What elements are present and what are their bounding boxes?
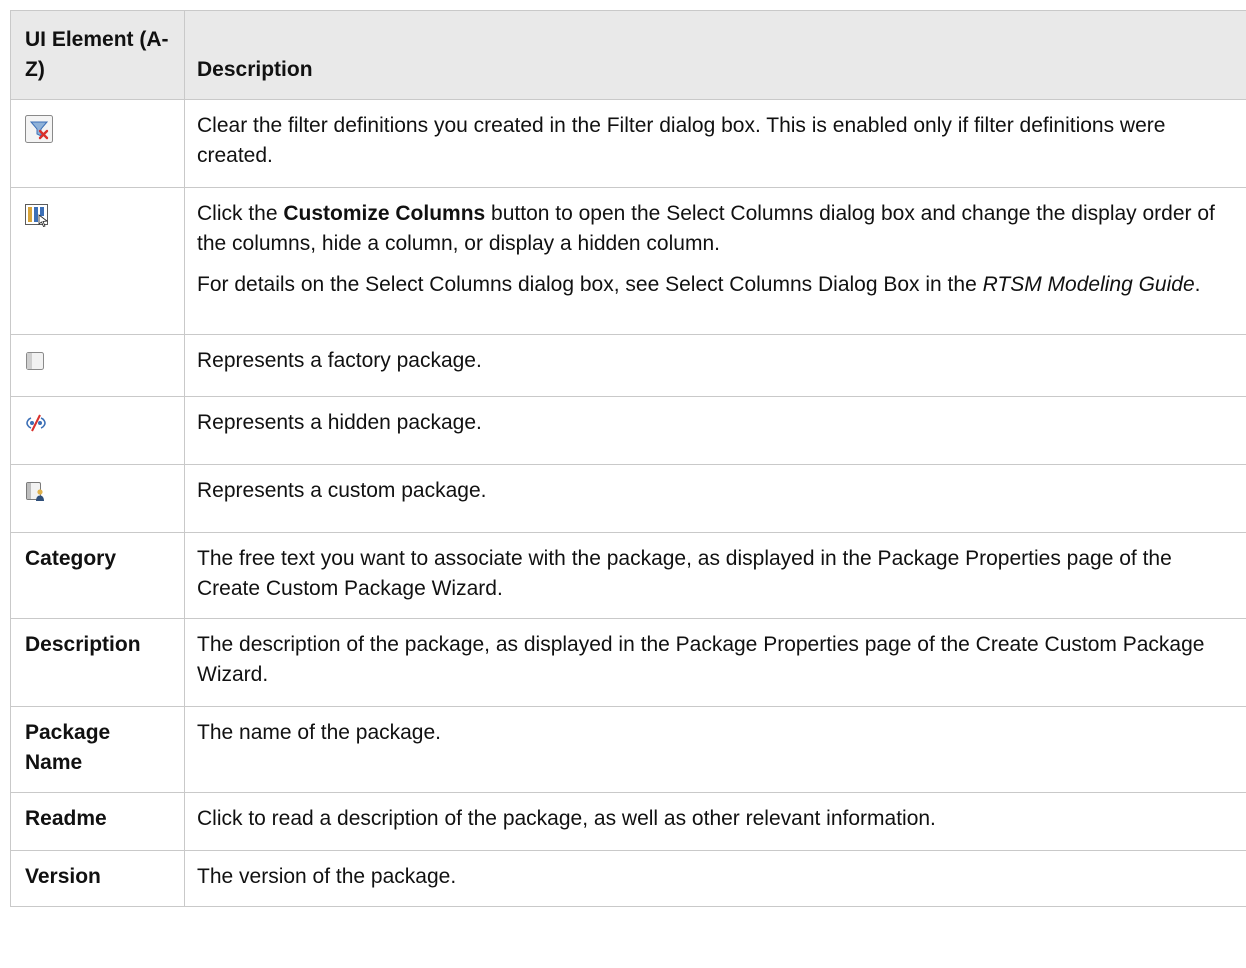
ui-element-label: Package Name: [10, 706, 185, 793]
custom-package-icon: [25, 480, 47, 511]
customize-columns-label: Customize Columns: [283, 202, 486, 225]
ui-element-cell: [10, 187, 185, 335]
table-row: Represents a factory package.: [10, 334, 1246, 397]
header-ui-element: UI Element (A-Z): [10, 10, 185, 100]
customize-columns-icon: [25, 203, 49, 236]
description-cell: The name of the package.: [184, 706, 1246, 793]
table-row: Represents a hidden package.: [10, 396, 1246, 465]
description-text-part: For details on the Select Columns dialog…: [197, 273, 983, 296]
ui-element-label: Version: [10, 850, 185, 907]
description-text-part: Click the: [197, 202, 284, 225]
header-description: Description: [184, 10, 1246, 100]
description-text: Represents a hidden package.: [197, 411, 482, 434]
factory-package-icon: [25, 350, 45, 380]
description-cell: Represents a factory package.: [184, 334, 1246, 397]
description-text: The description of the package, as displ…: [197, 633, 1205, 686]
description-text: The version of the package.: [197, 865, 457, 888]
ui-element-label: Category: [10, 532, 185, 619]
description-cell: Click the Customize Columns button to op…: [184, 187, 1246, 335]
ui-element-cell: [10, 464, 185, 533]
table-row: Click the Customize Columns button to op…: [10, 187, 1246, 335]
description-text: Click to read a description of the packa…: [197, 807, 936, 830]
ui-elements-table: UI Element (A-Z) Description Clear the f…: [10, 10, 1246, 907]
ui-element-label: Description: [10, 618, 185, 707]
description-cell: Click to read a description of the packa…: [184, 792, 1246, 851]
description-cell: Represents a hidden package.: [184, 396, 1246, 465]
description-text-part: .: [1194, 273, 1201, 296]
table-row: Clear the filter definitions you created…: [10, 99, 1246, 188]
table-row: Description The description of the packa…: [10, 618, 1246, 707]
hidden-package-icon: [25, 412, 47, 442]
ui-element-cell: [10, 334, 185, 397]
description-cell: Clear the filter definitions you created…: [184, 99, 1246, 188]
description-text: Click the Customize Columns button to op…: [197, 199, 1232, 259]
table-header-row: UI Element (A-Z) Description: [10, 10, 1246, 100]
description-cell: The free text you want to associate with…: [184, 532, 1246, 619]
description-cell: The version of the package.: [184, 850, 1246, 907]
description-cell: The description of the package, as displ…: [184, 618, 1246, 707]
clear-filter-icon: [25, 115, 53, 152]
ui-element-label: Readme: [10, 792, 185, 851]
table-row: Readme Click to read a description of th…: [10, 792, 1246, 851]
table-row: Version The version of the package.: [10, 850, 1246, 907]
description-cell: Represents a custom package.: [184, 464, 1246, 533]
description-text: Represents a custom package.: [197, 479, 487, 502]
description-text: Clear the filter definitions you created…: [197, 114, 1166, 167]
table-row: Package Name The name of the package.: [10, 706, 1246, 793]
ui-element-cell: [10, 99, 185, 188]
ui-elements-table-wrapper: UI Element (A-Z) Description Clear the f…: [10, 10, 1246, 907]
description-text: Represents a factory package.: [197, 349, 482, 372]
ui-element-cell: [10, 396, 185, 465]
description-text: The free text you want to associate with…: [197, 547, 1172, 600]
table-row: Category The free text you want to assoc…: [10, 532, 1246, 619]
table-row: Represents a custom package.: [10, 464, 1246, 533]
description-text: For details on the Select Columns dialog…: [197, 270, 1232, 300]
description-text: The name of the package.: [197, 721, 441, 744]
guide-title: RTSM Modeling Guide: [982, 273, 1195, 296]
